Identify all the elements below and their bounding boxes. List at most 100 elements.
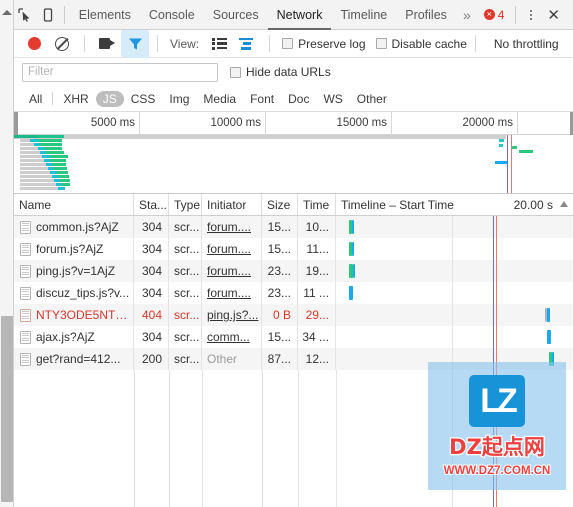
cell-time: 12... bbox=[298, 348, 336, 370]
script-file-icon bbox=[20, 330, 31, 344]
cell-type: scr... bbox=[169, 216, 202, 238]
cell-timeline bbox=[336, 326, 574, 348]
throttling-select[interactable]: No throttling bbox=[494, 37, 559, 51]
load-event-marker bbox=[496, 216, 497, 507]
cell-name[interactable]: common.js?AjZ bbox=[14, 216, 134, 238]
cell-time: 29... bbox=[298, 304, 336, 326]
tab-sources[interactable]: Sources bbox=[204, 0, 268, 30]
column-header-type[interactable]: Type bbox=[169, 194, 202, 215]
cursor-inspect-icon[interactable] bbox=[14, 1, 36, 29]
cell-name[interactable]: NTY3ODE5NTE... bbox=[14, 304, 134, 326]
cell-size: 87... bbox=[262, 348, 298, 370]
type-filter-all[interactable]: All bbox=[22, 91, 49, 107]
divider bbox=[269, 35, 271, 52]
waterfall-bar bbox=[353, 264, 355, 278]
page-scrollbar[interactable] bbox=[0, 0, 14, 507]
initiator-link[interactable]: forum.... bbox=[207, 286, 251, 300]
hide-data-urls-checkbox[interactable]: Hide data URLs bbox=[230, 65, 331, 79]
checkbox-box[interactable] bbox=[375, 38, 387, 49]
initiator-link[interactable]: comm... bbox=[207, 330, 250, 344]
cell-size: 23... bbox=[262, 260, 298, 282]
cell-type: scr... bbox=[169, 304, 202, 326]
table-row[interactable]: common.js?AjZ 304 scr... forum.... 15... 10..… bbox=[14, 216, 574, 238]
cell-size: 15... bbox=[262, 216, 298, 238]
cell-name[interactable]: ajax.js?AjZ bbox=[14, 326, 134, 348]
hide-data-urls-label: Hide data URLs bbox=[246, 65, 331, 79]
network-toolbar: View: Preserve log Disable cache No thro… bbox=[14, 29, 574, 58]
initiator-link[interactable]: forum.... bbox=[207, 242, 251, 256]
tab-network[interactable]: Network bbox=[268, 0, 332, 30]
capture-screenshots-icon[interactable] bbox=[93, 30, 121, 58]
tabbar-right-controls: » × 4 ✕ bbox=[456, 5, 574, 24]
cell-name[interactable]: discuz_tips.js?v... bbox=[14, 282, 134, 304]
close-icon[interactable]: ✕ bbox=[541, 6, 568, 24]
type-filter-js[interactable]: JS bbox=[95, 90, 124, 107]
ruler-tick-20000: 20000 ms bbox=[392, 112, 518, 135]
column-header-size[interactable]: Size bbox=[262, 194, 298, 215]
table-row[interactable]: ajax.js?AjZ 304 scr... comm... 15... 34 ... bbox=[14, 326, 574, 348]
error-circle-icon: × bbox=[483, 9, 495, 20]
chevron-double-right-icon[interactable]: » bbox=[456, 7, 478, 23]
type-filter-other[interactable]: Other bbox=[350, 91, 394, 107]
cell-name[interactable]: forum.js?AjZ bbox=[14, 238, 134, 260]
cell-name[interactable]: get?rand=412... bbox=[14, 348, 134, 370]
checkbox-box[interactable] bbox=[230, 66, 241, 78]
table-row[interactable]: get?rand=412... 200 scr... Other 87... 12... bbox=[14, 348, 574, 370]
type-filter-img[interactable]: Img bbox=[162, 91, 196, 107]
column-header-time[interactable]: Time bbox=[298, 194, 336, 215]
type-filter-ws[interactable]: WS bbox=[316, 91, 349, 107]
preserve-log-label: Preserve log bbox=[298, 36, 366, 51]
table-row[interactable]: discuz_tips.js?v... 304 scr... forum.... 23.… bbox=[14, 282, 574, 304]
cell-size: 23... bbox=[262, 282, 298, 304]
kebab-menu-icon[interactable] bbox=[521, 9, 541, 20]
filter-funnel-icon[interactable] bbox=[121, 29, 149, 58]
sort-arrow-icon[interactable] bbox=[560, 201, 568, 207]
waterfall-view-icon[interactable] bbox=[233, 30, 261, 58]
initiator-link[interactable]: forum.... bbox=[207, 220, 251, 234]
waterfall-bar bbox=[351, 242, 354, 256]
type-filter-media[interactable]: Media bbox=[196, 91, 243, 107]
table-empty-area bbox=[14, 370, 574, 507]
type-filter-doc[interactable]: Doc bbox=[281, 91, 316, 107]
cell-type: scr... bbox=[169, 326, 202, 348]
table-row[interactable]: NTY3ODE5NTE... 404 scr... ping.js?... 0 B 29.… bbox=[14, 304, 574, 326]
type-filter-font[interactable]: Font bbox=[243, 91, 281, 107]
network-overview[interactable]: 5000 ms 10000 ms 15000 ms 20000 ms bbox=[14, 112, 574, 194]
devtools-tabbar: Elements Console Sources Network Timelin… bbox=[14, 0, 574, 30]
divider bbox=[157, 35, 158, 52]
column-header-name[interactable]: Name bbox=[14, 194, 134, 215]
table-row[interactable]: ping.js?v=1AjZ 304 scr... forum.... 23... 19.… bbox=[14, 260, 574, 282]
device-toolbar-icon[interactable] bbox=[36, 1, 58, 29]
waterfall-bar bbox=[551, 352, 554, 366]
table-row[interactable]: forum.js?AjZ 304 scr... forum.... 15... 11... bbox=[14, 238, 574, 260]
error-badge[interactable]: × 4 bbox=[478, 8, 511, 22]
cell-timeline bbox=[336, 304, 574, 326]
initiator-link[interactable]: ping.js?... bbox=[207, 308, 258, 322]
initiator-link[interactable]: forum.... bbox=[207, 264, 251, 278]
cell-name[interactable]: ping.js?v=1AjZ bbox=[14, 260, 134, 282]
tab-console[interactable]: Console bbox=[140, 0, 204, 30]
scroll-up-arrow-icon[interactable] bbox=[2, 8, 12, 16]
cell-initiator: comm... bbox=[202, 326, 262, 348]
tab-profiles[interactable]: Profiles bbox=[396, 0, 456, 30]
column-header-initiator[interactable]: Initiator bbox=[202, 194, 262, 215]
record-button-icon[interactable] bbox=[20, 30, 48, 58]
column-header-timeline[interactable]: Timeline – Start Time 20.00 s bbox=[336, 194, 574, 215]
tab-elements[interactable]: Elements bbox=[70, 0, 140, 30]
type-filter-xhr[interactable]: XHR bbox=[56, 91, 95, 107]
disable-cache-checkbox[interactable]: Disable cache bbox=[375, 37, 467, 51]
clear-icon[interactable] bbox=[48, 30, 76, 58]
type-filter-css[interactable]: CSS bbox=[124, 91, 163, 107]
checkbox-box[interactable] bbox=[282, 38, 294, 49]
script-file-icon bbox=[20, 264, 31, 278]
list-view-icon[interactable] bbox=[205, 30, 233, 58]
preserve-log-checkbox[interactable]: Preserve log bbox=[282, 36, 366, 51]
tab-timeline[interactable]: Timeline bbox=[331, 0, 396, 30]
cell-status: 304 bbox=[134, 238, 169, 260]
filter-input[interactable] bbox=[22, 62, 218, 82]
column-header-timeline-label: Timeline – Start Time bbox=[341, 198, 454, 212]
script-file-icon bbox=[20, 308, 31, 322]
waterfall-bar bbox=[351, 220, 354, 234]
column-header-status[interactable]: Sta... bbox=[134, 194, 169, 215]
scrollbar-thumb[interactable] bbox=[1, 316, 13, 502]
